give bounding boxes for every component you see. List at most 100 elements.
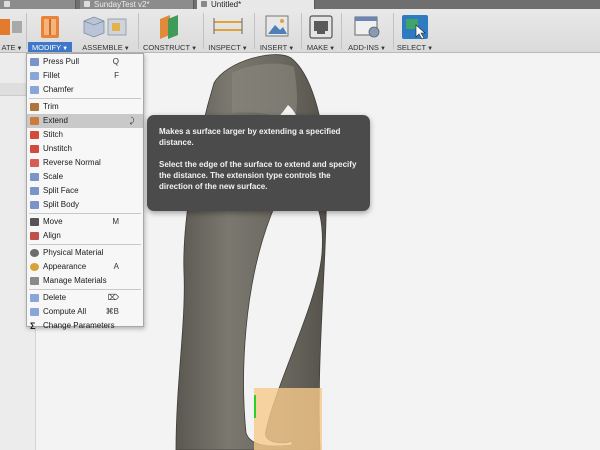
menu-item-label: Appearance xyxy=(43,262,87,271)
toolbar-separator xyxy=(341,13,342,49)
menu-item-label: Split Face xyxy=(43,186,79,195)
menu-item-label: Unstitch xyxy=(43,144,72,153)
toolbar-inspect[interactable]: INSPECT▼ xyxy=(206,9,250,53)
menu-item-shortcut: ⌘B xyxy=(105,307,119,316)
manage-materials-icon xyxy=(30,277,39,285)
toolbar-separator xyxy=(393,13,394,49)
toolbar-select[interactable]: SELECT▼ xyxy=(395,9,435,53)
menu-item-move[interactable]: Move M xyxy=(27,215,143,229)
3d-print-icon xyxy=(309,15,333,39)
menu-item-physical-material[interactable]: Physical Material xyxy=(27,246,143,260)
toolbar-separator xyxy=(254,13,255,49)
menu-item-scale[interactable]: Scale xyxy=(27,170,143,184)
menu-item-change-parameters[interactable]: Σ Change Parameters xyxy=(27,319,143,333)
toolbar-modify[interactable]: MODIFY▼ xyxy=(28,9,72,53)
menu-item-shortcut: ⌦ xyxy=(107,293,119,302)
split-body-icon xyxy=(30,201,39,209)
menu-item-stitch[interactable]: Stitch xyxy=(27,128,143,142)
reverse-normal-icon xyxy=(30,159,39,167)
measure-icon xyxy=(213,18,243,34)
menu-item-manage-materials[interactable]: Manage Materials xyxy=(27,274,143,288)
toolbar-separator xyxy=(138,13,139,49)
tooltip-description: Select the edge of the surface to extend… xyxy=(159,160,357,191)
pin-to-toolbar-icon[interactable]: ⤸ xyxy=(127,116,137,126)
trim-icon xyxy=(30,103,39,111)
menu-item-extend[interactable]: Extend ⤸ xyxy=(27,114,143,128)
extend-tooltip: Makes a surface larger by extending a sp… xyxy=(147,115,370,211)
toolbar-add-ins[interactable]: ADD-INS▼ xyxy=(343,9,391,53)
menu-item-label: Extend xyxy=(43,116,68,125)
menu-item-label: Chamfer xyxy=(43,85,74,94)
press-pull-icon xyxy=(30,58,39,66)
document-icon xyxy=(201,1,207,7)
document-tab-untitled[interactable]: Untitled* xyxy=(197,0,315,9)
menu-item-label: Manage Materials xyxy=(43,276,107,285)
scale-icon xyxy=(30,173,39,181)
unstitch-icon xyxy=(30,145,39,153)
menu-item-label: Press Pull xyxy=(43,57,80,66)
menu-item-reverse-normal[interactable]: Reverse Normal xyxy=(27,156,143,170)
menu-item-align[interactable]: Align xyxy=(27,229,143,243)
menu-item-label: Delete xyxy=(43,293,67,302)
chamfer-icon xyxy=(30,86,39,94)
toolbar-assemble[interactable]: ASSEMBLE▼ xyxy=(78,9,134,53)
menu-item-label: Align xyxy=(43,231,61,240)
toolbar-construct[interactable]: CONSTRUCT▼ xyxy=(142,9,198,53)
add-ins-script-icon xyxy=(354,16,380,38)
select-cursor-icon xyxy=(402,15,428,40)
document-tab-0[interactable] xyxy=(0,0,76,9)
menu-separator xyxy=(29,98,141,99)
document-icon xyxy=(4,1,10,7)
selection-highlight[interactable] xyxy=(254,388,322,450)
menu-separator xyxy=(29,244,141,245)
menu-separator xyxy=(29,289,141,290)
toolbar-create[interactable]: ATE▼ xyxy=(0,9,24,53)
menu-item-delete[interactable]: Delete ⌦ xyxy=(27,291,143,305)
toolbar-separator xyxy=(26,13,27,49)
insert-image-icon xyxy=(265,15,289,37)
assemble-icon xyxy=(83,16,127,38)
document-tab-strip: SundayTest v2* Untitled* xyxy=(0,0,600,9)
menu-item-shortcut: Q xyxy=(112,57,119,66)
toolbar-separator xyxy=(301,13,302,49)
menu-item-fillet[interactable]: Fillet F xyxy=(27,69,143,83)
stitch-icon xyxy=(30,131,39,139)
physical-material-icon xyxy=(30,249,39,257)
menu-item-press-pull[interactable]: Press Pull Q xyxy=(27,55,143,69)
menu-item-appearance[interactable]: Appearance A xyxy=(27,260,143,274)
tooltip-summary: Makes a surface larger by extending a sp… xyxy=(159,127,341,147)
menu-item-trim[interactable]: Trim xyxy=(27,100,143,114)
move-icon xyxy=(30,218,39,226)
menu-item-shortcut: M xyxy=(112,217,119,226)
menu-item-label: Trim xyxy=(43,102,59,111)
toolbar-insert[interactable]: INSERT▼ xyxy=(256,9,298,53)
document-icon xyxy=(84,1,90,7)
appearance-icon xyxy=(30,263,39,271)
menu-item-label: Fillet xyxy=(43,71,60,80)
browser-panel-header[interactable] xyxy=(0,83,26,96)
menu-item-label: Reverse Normal xyxy=(43,158,101,167)
fillet-icon xyxy=(30,72,39,80)
menu-item-unstitch[interactable]: Unstitch xyxy=(27,142,143,156)
menu-separator xyxy=(29,213,141,214)
menu-item-label: Compute All xyxy=(43,307,87,316)
menu-item-compute-all[interactable]: Compute All ⌘B xyxy=(27,305,143,319)
modify-press-pull-icon xyxy=(41,16,59,38)
menu-item-shortcut: A xyxy=(113,262,119,271)
toolbar-separator xyxy=(203,13,204,49)
menu-item-chamfer[interactable]: Chamfer xyxy=(27,83,143,97)
menu-item-shortcut: F xyxy=(114,71,119,80)
menu-item-split-face[interactable]: Split Face xyxy=(27,184,143,198)
main-toolbar: ATE▼ MODIFY▼ ASSEMBLE▼ CONSTRUCT▼ INSPEC… xyxy=(0,9,600,53)
menu-item-label: Change Parameters xyxy=(43,321,115,330)
menu-item-split-body[interactable]: Split Body xyxy=(27,198,143,212)
split-face-icon xyxy=(30,187,39,195)
sigma-icon: Σ xyxy=(30,321,36,331)
extend-icon xyxy=(30,117,39,125)
document-tab-sundaytest[interactable]: SundayTest v2* xyxy=(80,0,194,9)
compute-all-icon xyxy=(30,308,39,316)
menu-item-label: Move xyxy=(43,217,63,226)
create-icon xyxy=(0,19,22,35)
menu-item-label: Split Body xyxy=(43,200,80,209)
toolbar-make[interactable]: MAKE▼ xyxy=(303,9,339,53)
